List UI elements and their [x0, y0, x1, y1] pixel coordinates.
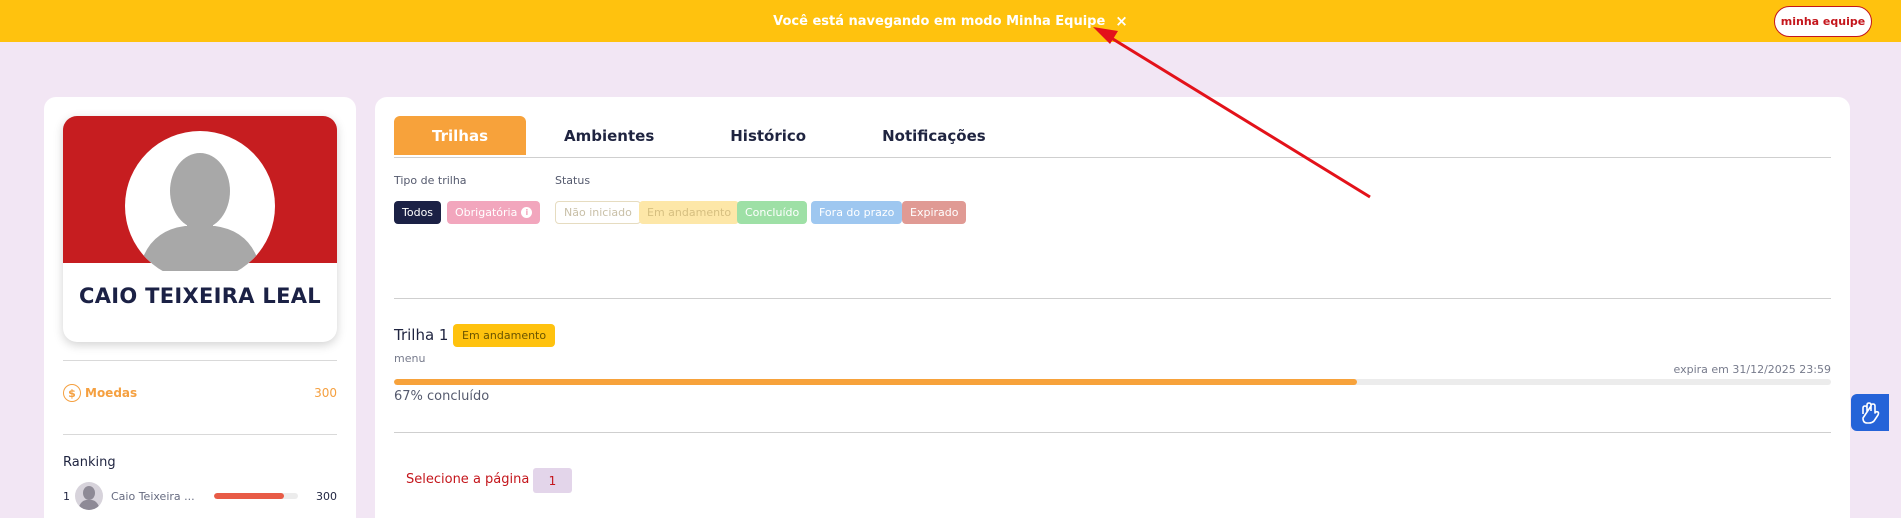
chip-label: Obrigatória	[455, 206, 518, 219]
chip-label: Não iniciado	[564, 206, 632, 219]
trail-expiration: expira em 31/12/2025 23:59	[1673, 363, 1831, 376]
ranking-title: Ranking	[63, 455, 116, 470]
tab-ambientes[interactable]: Ambientes	[526, 116, 692, 155]
divider	[63, 360, 337, 361]
chip-label: Em andamento	[647, 206, 732, 219]
page-button-1[interactable]: 1	[533, 468, 572, 493]
chip-label: Concluído	[745, 206, 800, 219]
pagination-label: Selecione a página	[406, 472, 530, 487]
divider	[394, 157, 1831, 158]
status-badge: Em andamento	[453, 324, 556, 347]
filter-chip-todos[interactable]: Todos	[394, 201, 442, 224]
filter-chip-obrigatoria[interactable]: Obrigatória i	[447, 201, 541, 224]
filter-chip-em-andamento[interactable]: Em andamento	[639, 201, 740, 224]
profile-name: CAIO TEIXEIRA LEAL	[79, 284, 321, 308]
coins-label: Moedas	[85, 386, 138, 400]
divider	[394, 432, 1831, 433]
ranking-value: 300	[316, 489, 337, 503]
filter-chip-concluido[interactable]: Concluído	[737, 201, 808, 224]
coin-icon: $	[63, 384, 81, 402]
profile-card: CAIO TEIXEIRA LEAL	[63, 116, 337, 342]
banner-text: Você está navegando em modo Minha Equipe	[773, 13, 1106, 29]
chip-label: Expirado	[910, 206, 959, 219]
profile-panel: CAIO TEIXEIRA LEAL $ Moedas 300 Ranking …	[44, 97, 356, 518]
filter-chip-fora-do-prazo[interactable]: Fora do prazo	[811, 201, 903, 224]
tab-historico[interactable]: Histórico	[692, 116, 844, 155]
sign-language-icon	[1862, 401, 1880, 424]
coins-row: $ Moedas 300	[63, 382, 337, 404]
avatar	[125, 131, 275, 281]
accessibility-button[interactable]	[1851, 394, 1889, 431]
progress-bar	[394, 379, 1831, 385]
filter-chip-expirado[interactable]: Expirado	[902, 201, 967, 224]
filter-chip-nao-iniciado[interactable]: Não iniciado	[555, 201, 641, 224]
ranking-bar-fill	[214, 493, 284, 499]
mode-banner: Você está navegando em modo Minha Equipe…	[0, 0, 1901, 42]
tab-trilhas[interactable]: Trilhas	[394, 116, 526, 155]
type-filter-label: Tipo de trilha	[394, 174, 467, 187]
trail-subtitle: menu	[394, 352, 426, 365]
progress-bar-fill	[394, 379, 1357, 385]
tab-notificacoes[interactable]: Notificações	[844, 116, 1024, 155]
close-icon[interactable]: ×	[1115, 13, 1128, 29]
divider	[394, 298, 1831, 299]
ranking-row[interactable]: 1 Caio Teixeira ... 300	[63, 482, 337, 510]
progress-text: 67% concluído	[394, 389, 490, 404]
tab-bar: Trilhas Ambientes Histórico Notificações	[394, 116, 1024, 155]
divider	[63, 434, 337, 435]
ranking-position: 1	[63, 489, 70, 503]
info-icon: i	[521, 207, 533, 218]
ranking-bar	[214, 493, 298, 499]
team-mode-button[interactable]: minha equipe	[1774, 6, 1872, 37]
status-filter-label: Status	[555, 174, 591, 187]
ranking-avatar	[75, 482, 103, 510]
main-panel: Trilhas Ambientes Histórico Notificações…	[375, 97, 1850, 518]
ranking-name: Caio Teixeira ...	[111, 489, 195, 503]
chip-label: Todos	[402, 206, 434, 219]
trail-title[interactable]: Trilha 1	[394, 326, 448, 344]
coins-value: 300	[314, 386, 337, 400]
person-silhouette-icon	[139, 153, 261, 271]
chip-label: Fora do prazo	[819, 206, 895, 219]
person-silhouette-icon	[78, 486, 100, 510]
